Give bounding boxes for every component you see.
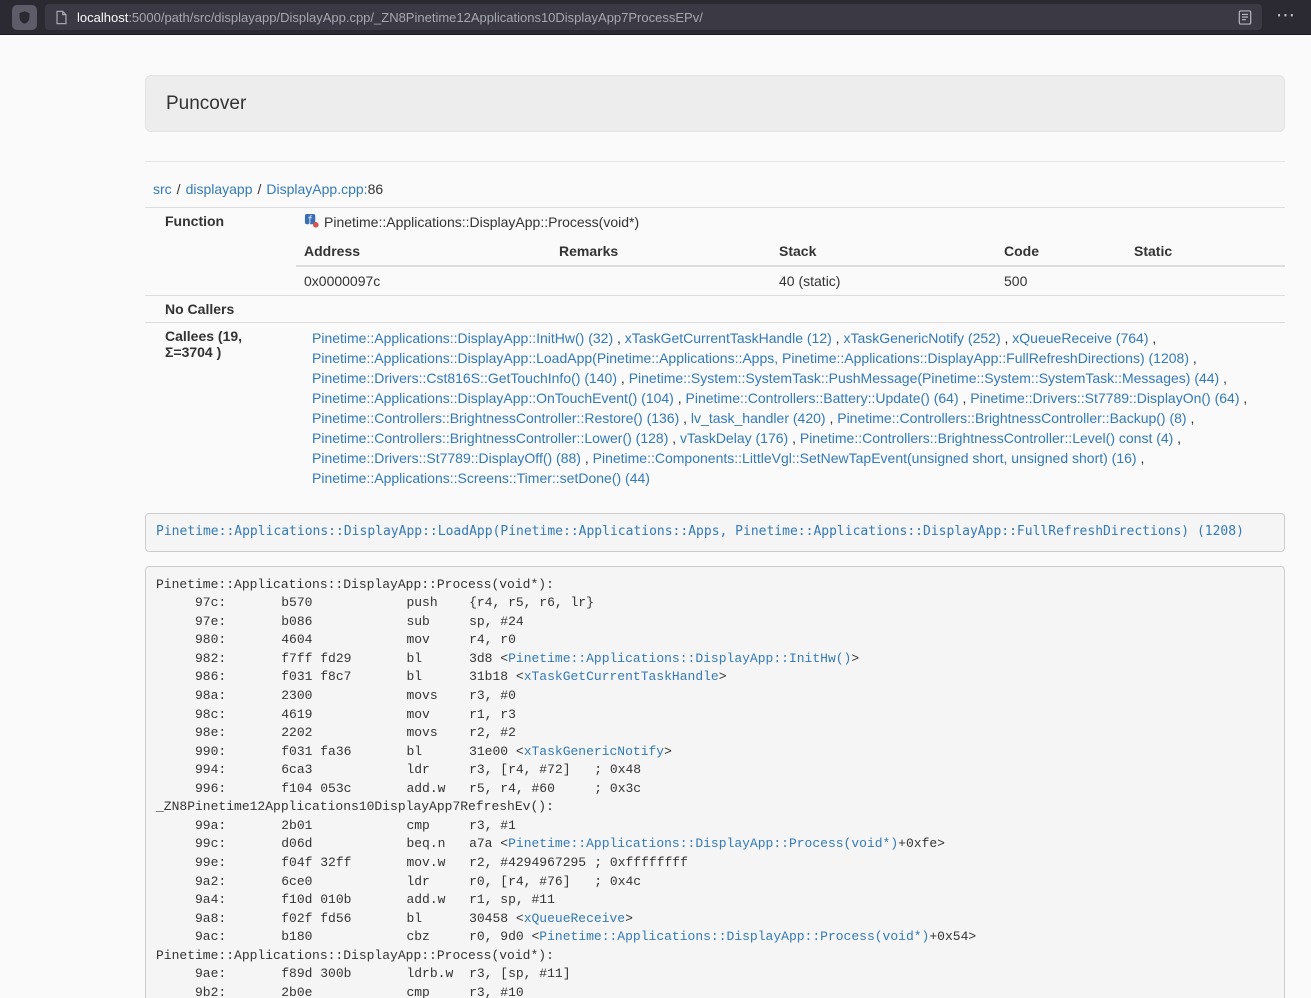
divider (145, 161, 1285, 162)
column-stack: Stack (771, 236, 996, 266)
cell-address: 0x0000097c (296, 266, 551, 295)
function-row-header: Function (145, 208, 296, 237)
breadcrumb-separator: / (177, 181, 181, 197)
callee-link[interactable]: Pinetime::Applications::DisplayApp::Load… (312, 350, 1189, 366)
column-code: Code (996, 236, 1126, 266)
page-title: Puncover (166, 93, 1264, 114)
cell-code: 500 (996, 266, 1126, 295)
callee-link[interactable]: Pinetime::Drivers::St7789::DisplayOff() … (312, 450, 581, 466)
no-callers-row-header: No Callers (145, 296, 296, 323)
column-address: Address (296, 236, 551, 266)
shield-icon (17, 10, 32, 25)
callees-list: Pinetime::Applications::DisplayApp::Init… (296, 323, 1285, 494)
page-icon (55, 10, 68, 25)
symbol-link[interactable]: xTaskGetCurrentTaskHandle (524, 669, 719, 684)
highlighted-symbol-block: Pinetime::Applications::DisplayApp::Load… (145, 513, 1285, 552)
svg-text:ƒ: ƒ (308, 214, 313, 224)
reader-mode-icon[interactable] (1238, 10, 1252, 25)
callees-row: Callees (19, Σ=3704 ) Pinetime::Applicat… (145, 323, 1285, 494)
symbol-link[interactable]: Pinetime::Applications::DisplayApp::Proc… (539, 929, 929, 944)
url-path: :5000/path/src/displayapp/DisplayApp.cpp… (128, 10, 703, 25)
callee-link[interactable]: Pinetime::Drivers::St7789::DisplayOn() (… (970, 390, 1239, 406)
breadcrumb: src/displayapp/DisplayApp.cpp:86 (145, 181, 1285, 197)
callee-link[interactable]: Pinetime::Applications::DisplayApp::OnTo… (312, 390, 674, 406)
page-container: Puncover src/displayapp/DisplayApp.cpp:8… (145, 75, 1285, 998)
column-remarks: Remarks (551, 236, 771, 266)
function-icon: ƒ (304, 213, 319, 231)
callee-link[interactable]: Pinetime::Controllers::Battery::Update()… (686, 390, 959, 406)
callee-link[interactable]: Pinetime::Applications::DisplayApp::Init… (312, 330, 613, 346)
breadcrumb-link-file[interactable]: DisplayApp.cpp: (266, 181, 367, 197)
shield-extension-button[interactable] (12, 5, 37, 30)
breadcrumb-line-number: 86 (368, 181, 384, 197)
address-table-header-row: Address Remarks Stack Code Static (296, 236, 1285, 266)
callee-link[interactable]: xTaskGetCurrentTaskHandle (12) (625, 330, 832, 346)
callees-row-header: Callees (19, Σ=3704 ) (145, 323, 296, 494)
url-host: localhost (77, 10, 128, 25)
callee-link[interactable]: xTaskGenericNotify (252) (843, 330, 1000, 346)
function-name: Pinetime::Applications::DisplayApp::Proc… (324, 214, 639, 230)
symbol-link[interactable]: Pinetime::Applications::DisplayApp::Proc… (508, 836, 898, 851)
callee-link[interactable]: vTaskDelay (176) (680, 430, 788, 446)
symbol-link[interactable]: Pinetime::Applications::DisplayApp::Init… (508, 651, 851, 666)
address-table: Address Remarks Stack Code Static 0x0000… (296, 236, 1285, 295)
assembly-block: Pinetime::Applications::DisplayApp::Proc… (145, 566, 1285, 998)
url-text: localhost:5000/path/src/displayapp/Displ… (77, 10, 703, 25)
function-row: Function ƒ Pinetime::Applications::Displ… (145, 208, 1285, 237)
symbol-link[interactable]: xQueueReceive (524, 911, 625, 926)
breadcrumb-link-src[interactable]: src (153, 181, 172, 197)
overflow-menu-icon[interactable]: ⋯ (1270, 6, 1299, 28)
callee-link[interactable]: Pinetime::Drivers::Cst816S::GetTouchInfo… (312, 370, 617, 386)
callee-link[interactable]: Pinetime::Components::LittleVgl::SetNewT… (593, 450, 1137, 466)
callee-link[interactable]: Pinetime::Controllers::BrightnessControl… (312, 410, 679, 426)
no-callers-row: No Callers (145, 296, 1285, 323)
callee-link[interactable]: xQueueReceive (764) (1012, 330, 1148, 346)
highlighted-symbol-link[interactable]: Pinetime::Applications::DisplayApp::Load… (156, 524, 1244, 539)
breadcrumb-link-displayapp[interactable]: displayapp (186, 181, 253, 197)
cell-stack: 40 (static) (771, 266, 996, 295)
cell-remarks (551, 266, 771, 295)
address-table-row: Address Remarks Stack Code Static 0x0000… (145, 236, 1285, 296)
column-static: Static (1126, 236, 1285, 266)
callee-link[interactable]: Pinetime::Controllers::BrightnessControl… (312, 430, 668, 446)
cell-static (1126, 266, 1285, 295)
page-header-panel: Puncover (145, 75, 1285, 132)
address-bar[interactable]: localhost:5000/path/src/displayapp/Displ… (45, 4, 1262, 30)
callee-link[interactable]: Pinetime::Controllers::BrightnessControl… (800, 430, 1173, 446)
browser-chrome: localhost:5000/path/src/displayapp/Displ… (0, 0, 1311, 35)
function-table: Function ƒ Pinetime::Applications::Displ… (145, 207, 1285, 493)
callee-link[interactable]: lv_task_handler (420) (691, 410, 826, 426)
callee-link[interactable]: Pinetime::Controllers::BrightnessControl… (837, 410, 1186, 426)
callee-link[interactable]: Pinetime::System::SystemTask::PushMessag… (629, 370, 1220, 386)
address-table-data-row: 0x0000097c 40 (static) 500 (296, 266, 1285, 295)
assembly-code: Pinetime::Applications::DisplayApp::Proc… (156, 577, 976, 998)
callee-link[interactable]: Pinetime::Applications::Screens::Timer::… (312, 470, 650, 486)
breadcrumb-separator: / (258, 181, 262, 197)
symbol-link[interactable]: xTaskGenericNotify (524, 744, 664, 759)
